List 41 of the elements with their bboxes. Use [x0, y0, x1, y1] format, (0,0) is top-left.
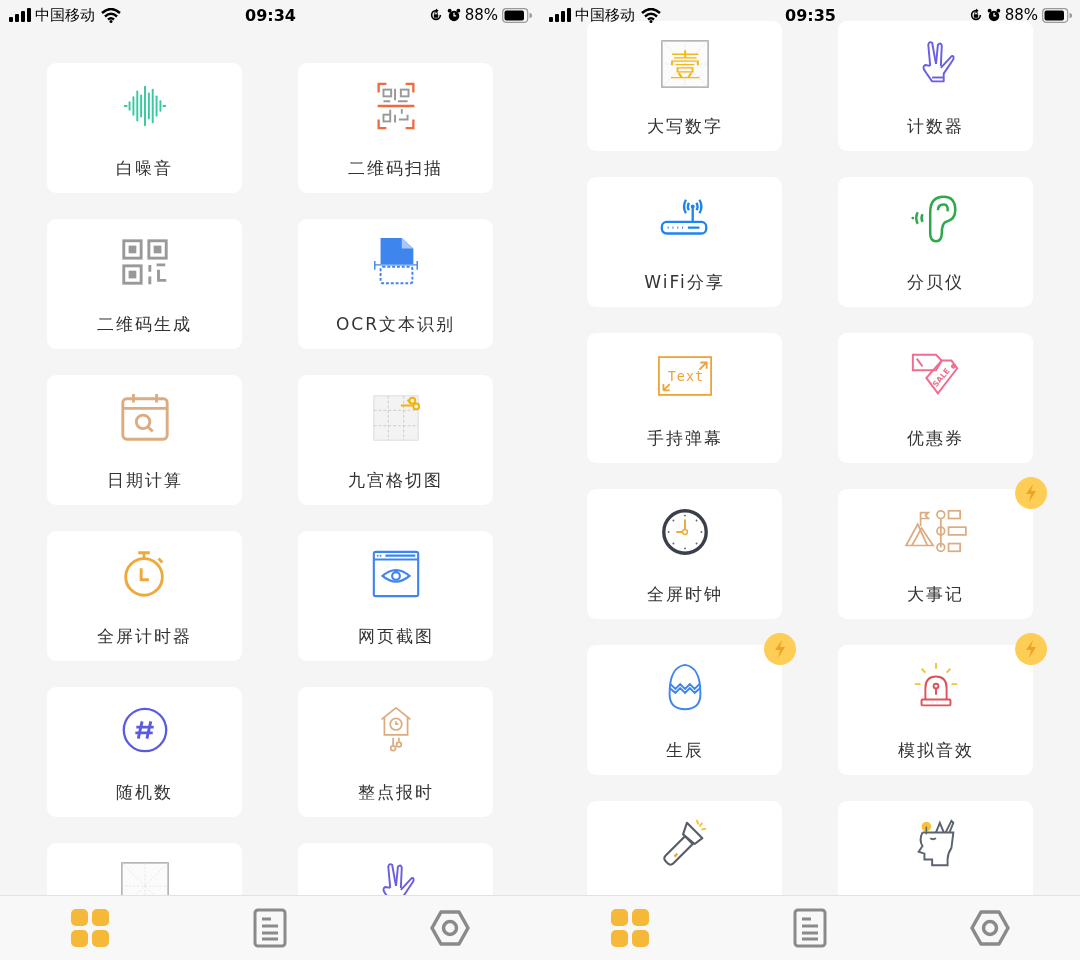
icon-character: 壹 — [669, 46, 700, 83]
tool-card[interactable]: 白噪音 — [47, 63, 242, 193]
battery-percent: 88% — [1004, 6, 1038, 24]
clock-time: 09:34 — [245, 5, 296, 25]
tool-card[interactable]: 全屏时钟 — [587, 489, 782, 619]
grid-icon — [610, 908, 650, 948]
rotation-lock-icon — [968, 8, 983, 22]
rotation-lock-icon — [428, 8, 443, 22]
icon-caption: Text — [667, 368, 704, 385]
battery-icon — [502, 7, 532, 23]
tool-card[interactable]: 计数器 — [838, 21, 1033, 151]
signal-icon — [9, 8, 31, 22]
tool-card[interactable]: 二维码扫描 — [298, 63, 493, 193]
settings-icon — [970, 908, 1010, 948]
tool-card[interactable]: 全屏计时器 — [47, 531, 242, 661]
battery-percent: 88% — [464, 6, 498, 24]
alarm-icon — [986, 8, 1001, 22]
tool-card[interactable]: 模拟音效 — [838, 645, 1033, 775]
tool-card[interactable]: 随机数 — [47, 687, 242, 817]
wifi-icon — [101, 7, 121, 23]
clock-time: 09:35 — [785, 5, 836, 25]
battery-icon — [1042, 7, 1072, 23]
tool-card[interactable]: 生辰 — [587, 645, 782, 775]
tool-card[interactable]: 壹 大写数字 — [587, 21, 782, 151]
tool-card[interactable]: 整点报时 — [298, 687, 493, 817]
grid-icon — [70, 908, 110, 948]
tool-card[interactable]: WiFi分享 — [587, 177, 782, 307]
tool-card[interactable]: 大事记 — [838, 489, 1033, 619]
tool-card[interactable]: OCR文本识别 — [298, 219, 493, 349]
tool-card[interactable]: 九宫格切图 — [298, 375, 493, 505]
signal-icon — [549, 8, 571, 22]
tool-card[interactable]: Text 手持弹幕 — [587, 333, 782, 463]
carrier-name: 中国移动 — [35, 5, 95, 25]
tool-card[interactable]: 二维码生成 — [47, 219, 242, 349]
wifi-icon — [641, 7, 661, 23]
tool-card[interactable]: 分贝仪 — [838, 177, 1033, 307]
tool-card[interactable]: 网页截图 — [298, 531, 493, 661]
tool-card[interactable]: 日期计算 — [47, 375, 242, 505]
tool-card[interactable] — [838, 801, 1033, 895]
settings-icon — [430, 908, 470, 948]
alarm-icon — [446, 8, 461, 22]
